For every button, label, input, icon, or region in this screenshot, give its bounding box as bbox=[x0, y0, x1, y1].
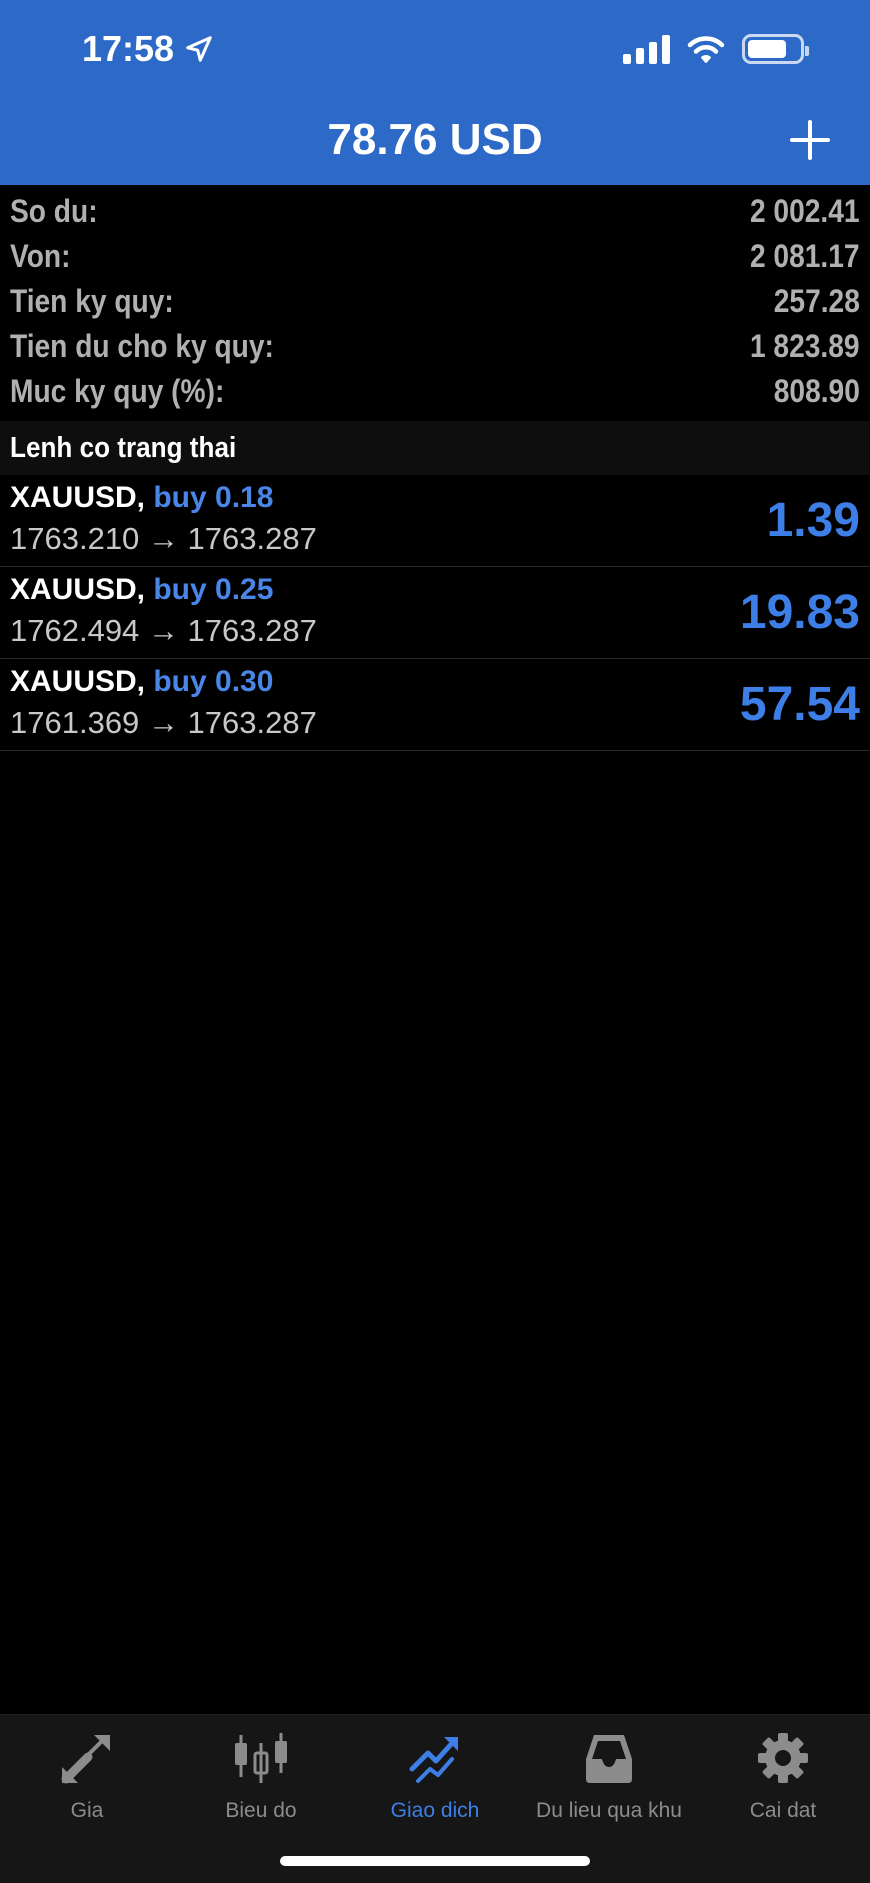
summary-label: Muc ky quy (%): bbox=[10, 373, 225, 409]
summary-value: 2 081.17 bbox=[750, 238, 860, 274]
summary-label: Von: bbox=[10, 238, 71, 274]
summary-row-margin-level: Muc ky quy (%): 808.90 bbox=[0, 369, 870, 414]
summary-row-equity: Von: 2 081.17 bbox=[0, 234, 870, 279]
candlestick-chart-icon bbox=[235, 1733, 287, 1783]
positions-section-header: Lenh co trang thai bbox=[0, 421, 870, 475]
tab-label: Bieu do bbox=[225, 1799, 297, 1822]
position-row[interactable]: XAUUSD, buy 0.18 1763.210 → 1763.287 1.3… bbox=[0, 475, 870, 567]
top-bar: 17:58 78.76 USD bbox=[0, 0, 870, 185]
trade-chart-icon bbox=[409, 1737, 458, 1783]
positions-list: XAUUSD, buy 0.18 1763.210 → 1763.287 1.3… bbox=[0, 475, 870, 751]
status-icons bbox=[623, 34, 809, 64]
position-row[interactable]: XAUUSD, buy 0.25 1762.494 → 1763.287 19.… bbox=[0, 567, 870, 659]
position-profit: 57.54 bbox=[739, 678, 860, 731]
summary-row-margin: Tien ky quy: 257.28 bbox=[0, 279, 870, 324]
position-prices: 1761.369 → 1763.287 bbox=[10, 705, 317, 740]
summary-label: Tien ky quy: bbox=[10, 283, 174, 319]
location-arrow-icon bbox=[186, 36, 212, 62]
position-side: buy 0.18 bbox=[153, 481, 274, 514]
status-time-text: 17:58 bbox=[82, 28, 175, 69]
position-prices: 1762.494 → 1763.287 bbox=[10, 613, 317, 648]
summary-value: 257.28 bbox=[773, 283, 860, 319]
position-profit: 1.39 bbox=[766, 494, 860, 547]
tab-history[interactable]: Du lieu qua khu bbox=[522, 1729, 696, 1823]
position-side: buy 0.25 bbox=[153, 573, 274, 606]
position-title: XAUUSD, buy 0.18 bbox=[10, 481, 273, 515]
tab-chart[interactable]: Bieu do bbox=[174, 1729, 348, 1823]
page-title: 78.76 USD bbox=[327, 115, 543, 164]
position-prices: 1763.210 → 1763.287 bbox=[10, 521, 317, 556]
tab-label: Gia bbox=[70, 1799, 104, 1822]
tab-label: Giao dich bbox=[390, 1799, 480, 1822]
tab-label: Du lieu qua khu bbox=[536, 1799, 682, 1822]
position-side: buy 0.30 bbox=[153, 665, 274, 698]
summary-value: 1 823.89 bbox=[750, 328, 860, 364]
summary-value: 2 002.41 bbox=[750, 193, 860, 229]
summary-row-balance: So du: 2 002.41 bbox=[0, 189, 870, 234]
position-title: XAUUSD, buy 0.25 bbox=[10, 573, 273, 607]
history-tray-icon bbox=[586, 1735, 632, 1783]
section-title: Lenh co trang thai bbox=[10, 432, 237, 464]
tab-trade[interactable]: Giao dich bbox=[348, 1729, 522, 1823]
position-symbol: XAUUSD, bbox=[10, 665, 146, 698]
summary-label: Tien du cho ky quy: bbox=[10, 328, 274, 364]
summary-value: 808.90 bbox=[773, 373, 860, 409]
gear-icon bbox=[758, 1733, 808, 1783]
summary-label: So du: bbox=[10, 193, 98, 229]
summary-row-free-margin: Tien du cho ky quy: 1 823.89 bbox=[0, 324, 870, 369]
add-order-button[interactable] bbox=[788, 118, 832, 162]
home-indicator[interactable] bbox=[280, 1856, 590, 1866]
status-time: 17:58 bbox=[82, 28, 214, 70]
account-summary: So du: 2 002.41 Von: 2 081.17 Tien ky qu… bbox=[0, 189, 870, 414]
battery-icon bbox=[742, 34, 809, 64]
tab-settings[interactable]: Cai dat bbox=[696, 1729, 870, 1823]
quotes-arrows-icon bbox=[61, 1735, 110, 1784]
position-symbol: XAUUSD, bbox=[10, 573, 146, 606]
wifi-icon bbox=[687, 36, 725, 63]
position-title: XAUUSD, buy 0.30 bbox=[10, 665, 273, 699]
tab-label: Cai dat bbox=[749, 1799, 817, 1822]
position-symbol: XAUUSD, bbox=[10, 481, 146, 514]
cellular-signal-icon bbox=[623, 34, 670, 64]
position-profit: 19.83 bbox=[739, 586, 860, 639]
tab-quotes[interactable]: Gia bbox=[0, 1729, 174, 1823]
position-row[interactable]: XAUUSD, buy 0.30 1761.369 → 1763.287 57.… bbox=[0, 659, 870, 751]
